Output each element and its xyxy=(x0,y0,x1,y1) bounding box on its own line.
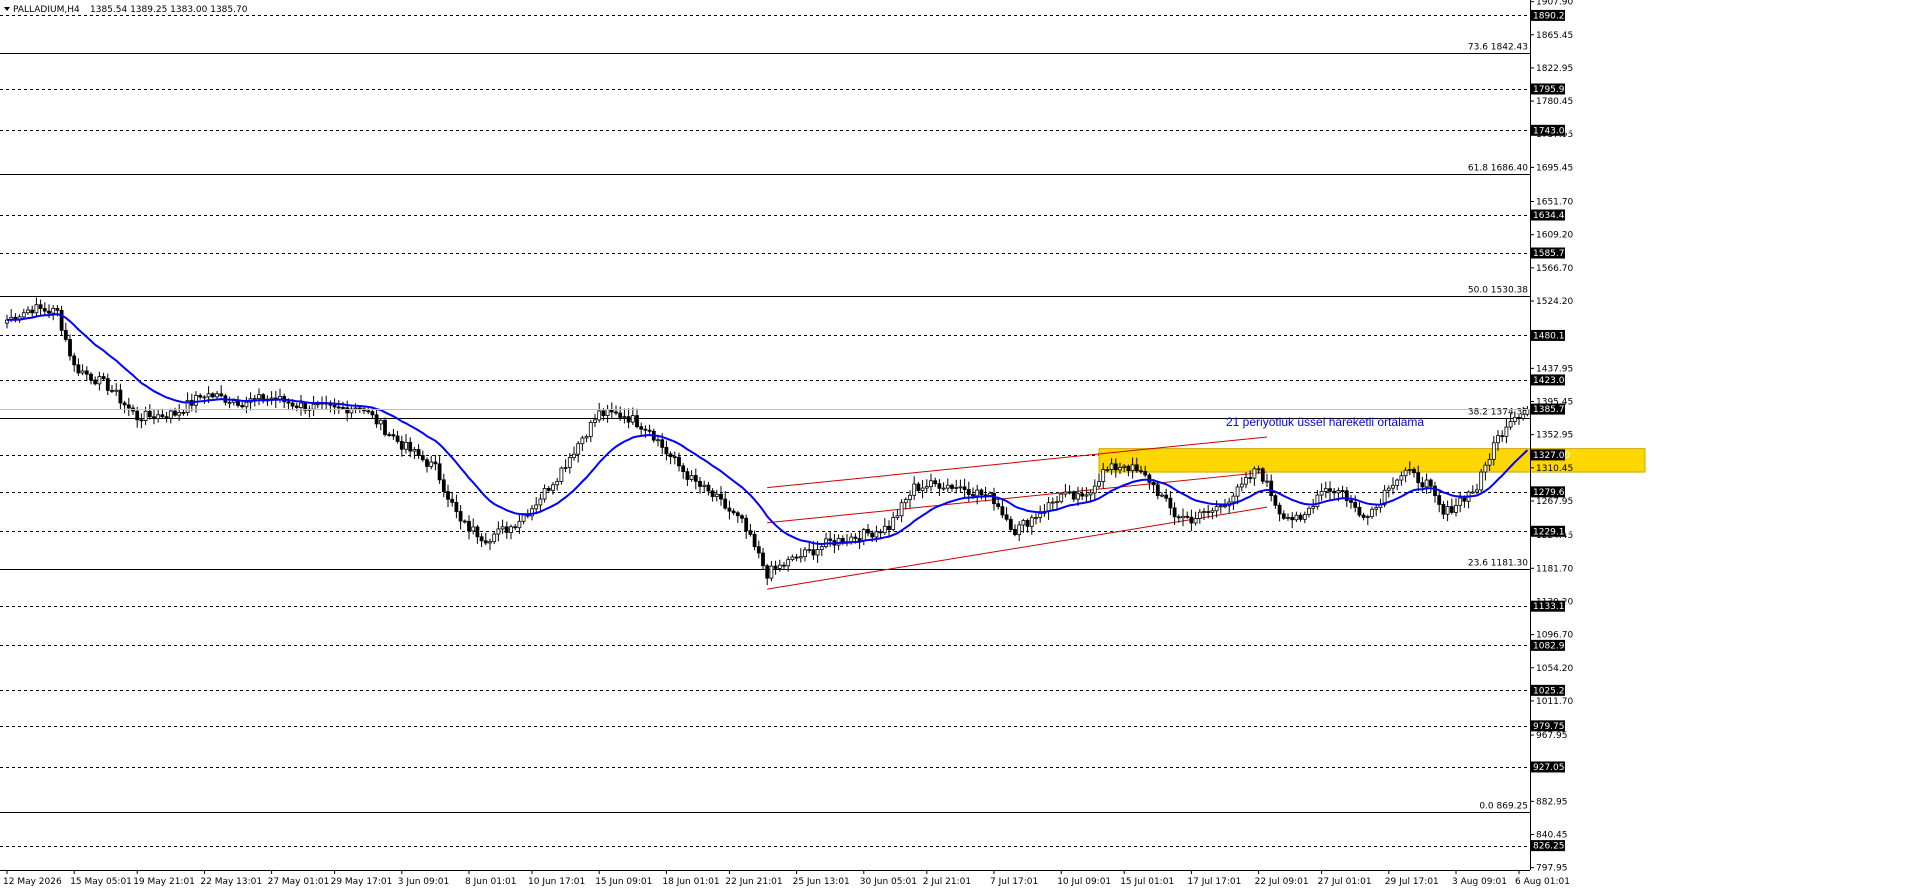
x-tick-label: 18 Jun 01:01 xyxy=(662,877,719,887)
chart-header: PALLADIUM,H4 1385.54 1389.25 1383.00 138… xyxy=(4,5,248,15)
candle xyxy=(383,417,387,437)
candle xyxy=(1260,467,1265,485)
time-axis[interactable]: 12 May 2026 15 May 05:01 19 May 21:01 22 Ma… xyxy=(3,870,1570,887)
symbol-label: PALLADIUM,H4 xyxy=(13,5,80,15)
svg-text:1795.95: 1795.95 xyxy=(1533,85,1570,95)
fib-label: 0.0 869.25 xyxy=(1479,802,1528,812)
svg-text:1025.25: 1025.25 xyxy=(1533,686,1570,696)
y-tick-label: 797.95 xyxy=(1536,864,1568,874)
x-tick-label: 27 Jul 01:01 xyxy=(1318,877,1372,887)
svg-text:1743.00: 1743.00 xyxy=(1533,126,1570,136)
x-tick-label: 8 Jun 01:01 xyxy=(465,877,516,887)
fib-label: 73.6 1842.43 xyxy=(1468,43,1528,53)
level-price-badge: 1890.25 xyxy=(1531,9,1570,21)
svg-text:1890.25: 1890.25 xyxy=(1533,11,1570,21)
price-chart[interactable]: 73.6 1842.4361.8 1686.4050.0 1530.3838.2… xyxy=(0,0,1916,888)
y-tick-label: 1566.70 xyxy=(1536,264,1573,274)
ohlc-values: 1385.54 1389.25 1383.00 1385.70 xyxy=(90,5,248,15)
y-tick-label: 1011.70 xyxy=(1536,697,1573,707)
svg-text:1480.10: 1480.10 xyxy=(1533,331,1570,341)
svg-text:826.25: 826.25 xyxy=(1533,842,1565,852)
x-tick-label: 29 May 17:01 xyxy=(331,877,393,887)
level-price-badge: 1634.45 xyxy=(1531,209,1570,221)
level-price-badge: 1279.65 xyxy=(1531,486,1570,498)
level-price-badge: 1423.05 xyxy=(1531,374,1570,386)
y-tick-label: 1695.45 xyxy=(1536,163,1573,173)
current-price-badge: 1385.70 xyxy=(1531,403,1570,415)
x-tick-label: 19 May 21:01 xyxy=(133,877,195,887)
y-tick-label: 1865.45 xyxy=(1536,31,1573,41)
y-tick-label: 1907.90 xyxy=(1536,0,1573,8)
x-tick-label: 15 May 05:01 xyxy=(70,877,132,887)
svg-text:979.75: 979.75 xyxy=(1533,722,1565,732)
level-price-badge: 927.05 xyxy=(1531,761,1565,773)
level-price-badge: 1229.10 xyxy=(1531,525,1570,537)
level-price-badge: 1480.10 xyxy=(1531,329,1570,341)
level-price-badge: 1795.95 xyxy=(1531,83,1570,95)
x-tick-label: 6 Aug 01:01 xyxy=(1515,877,1570,887)
x-tick-label: 7 Jul 17:01 xyxy=(990,877,1038,887)
y-tick-label: 1352.95 xyxy=(1536,431,1573,441)
candle xyxy=(1059,492,1064,504)
level-price-badge: 1585.75 xyxy=(1531,247,1570,259)
y-tick-label: 840.45 xyxy=(1536,831,1568,841)
level-price-badge: 1743.00 xyxy=(1531,124,1570,136)
fib-label: 23.6 1181.30 xyxy=(1468,559,1528,569)
level-price-badge: 1025.25 xyxy=(1531,684,1570,696)
y-tick-label: 1822.95 xyxy=(1536,64,1573,74)
y-tick-label: 967.95 xyxy=(1536,731,1568,741)
svg-text:927.05: 927.05 xyxy=(1533,763,1565,773)
x-tick-label: 25 Jun 13:01 xyxy=(793,877,850,887)
y-tick-label: 1524.20 xyxy=(1536,297,1573,307)
level-price-badge: 979.75 xyxy=(1531,720,1565,732)
svg-text:1279.65: 1279.65 xyxy=(1533,488,1570,498)
candle xyxy=(1479,468,1484,493)
svg-text:1133.10: 1133.10 xyxy=(1533,602,1570,612)
svg-text:1327.00: 1327.00 xyxy=(1533,451,1570,461)
candle xyxy=(59,305,64,336)
y-tick-label: 882.95 xyxy=(1536,797,1568,807)
svg-text:1423.05: 1423.05 xyxy=(1533,376,1570,386)
x-tick-label: 17 Jul 17:01 xyxy=(1187,877,1241,887)
x-tick-label: 2 Jul 21:01 xyxy=(923,877,971,887)
x-tick-label: 22 Jul 09:01 xyxy=(1255,877,1309,887)
x-tick-label: 30 Jun 05:01 xyxy=(860,877,917,887)
svg-text:1082.90: 1082.90 xyxy=(1533,641,1570,651)
x-tick-label: 3 Jun 09:01 xyxy=(398,877,449,887)
x-tick-label: 15 Jun 09:01 xyxy=(595,877,652,887)
y-tick-label: 1780.45 xyxy=(1536,97,1573,107)
y-tick-label: 1310.45 xyxy=(1536,464,1573,474)
svg-text:1585.75: 1585.75 xyxy=(1533,249,1570,259)
x-tick-label: 10 Jul 09:01 xyxy=(1057,877,1111,887)
y-tick-label: 1267.95 xyxy=(1536,497,1573,507)
svg-text:1634.45: 1634.45 xyxy=(1533,211,1570,221)
x-tick-label: 3 Aug 09:01 xyxy=(1452,877,1507,887)
y-tick-label: 1609.20 xyxy=(1536,231,1573,241)
level-price-badge: 1133.10 xyxy=(1531,600,1570,612)
x-tick-label: 27 May 01:01 xyxy=(268,877,330,887)
x-tick-label: 22 Jun 21:01 xyxy=(725,877,782,887)
y-tick-label: 1651.70 xyxy=(1536,198,1573,208)
svg-text:1385.70: 1385.70 xyxy=(1533,405,1570,415)
fib-label: 61.8 1686.40 xyxy=(1468,164,1528,174)
level-price-badge: 826.25 xyxy=(1531,840,1565,852)
y-tick-label: 1437.95 xyxy=(1536,364,1573,374)
price-axis[interactable]: 1907.901865.451822.951780.451737.951695.… xyxy=(1530,0,1573,874)
ema-annotation: 21 periyotluk üssel hareketli ortalama xyxy=(1226,415,1424,429)
x-tick-label: 12 May 2026 xyxy=(3,877,62,887)
x-tick-label: 29 Jul 17:01 xyxy=(1385,877,1439,887)
level-price-badge: 1327.00 xyxy=(1531,449,1570,461)
x-tick-label: 15 Jul 01:01 xyxy=(1120,877,1174,887)
x-tick-label: 22 May 13:01 xyxy=(200,877,262,887)
fib-label: 50.0 1530.38 xyxy=(1468,286,1528,296)
y-tick-label: 1054.20 xyxy=(1536,664,1573,674)
x-tick-label: 10 Jun 17:01 xyxy=(528,877,585,887)
svg-text:1229.10: 1229.10 xyxy=(1533,527,1570,537)
y-tick-label: 1181.70 xyxy=(1536,564,1573,574)
y-tick-label: 1096.70 xyxy=(1536,631,1573,641)
level-price-badge: 1082.90 xyxy=(1531,639,1570,651)
